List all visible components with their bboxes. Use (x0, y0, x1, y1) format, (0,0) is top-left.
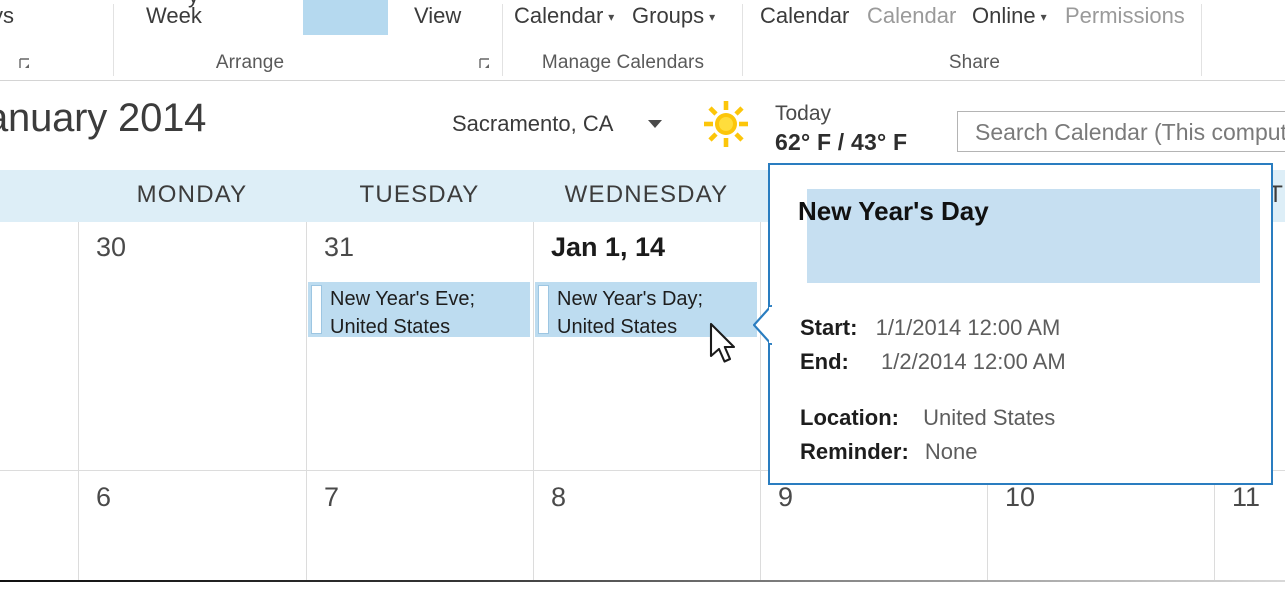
ribbon-item-calendar-manage[interactable]: Calendar ▾ (514, 3, 614, 29)
window-bottom-edge (0, 580, 1285, 582)
tooltip-title: New Year's Day (798, 196, 989, 226)
event-new-years-eve[interactable]: New Year's Eve; United States (308, 282, 530, 338)
chevron-down-icon[interactable] (648, 120, 662, 128)
ribbon-group-caption-manage: Manage Calendars (541, 52, 705, 73)
mouse-pointer (708, 322, 742, 373)
event-marker-bar (538, 285, 549, 334)
tooltip-row-location: Location: United States (800, 405, 1055, 431)
ribbon-item-week[interactable]: Week (146, 3, 202, 29)
day-header-wednesday: WEDNESDAY (564, 181, 729, 208)
day-cell-11[interactable]: 11 (1232, 482, 1260, 513)
chevron-down-icon[interactable]: ▾ (1041, 10, 1047, 24)
event-label: New Year's Eve; United States (330, 288, 476, 338)
tooltip-end-label: End: (800, 349, 849, 374)
day-cell-6[interactable]: 6 (96, 482, 111, 513)
tooltip-row-reminder: Reminder: None (800, 439, 978, 465)
arrange-dialog-launcher-icon[interactable] (18, 57, 33, 72)
tooltip-reminder-value: None (924, 439, 978, 464)
day-cell-8[interactable]: 8 (551, 482, 566, 513)
ribbon-item-email-calendar[interactable]: Calendar (760, 3, 849, 29)
ribbon-group-arrange: y ys Week View Arrange (0, 0, 500, 80)
sun-icon (698, 100, 754, 148)
event-label: New Year's Day; United States (557, 288, 704, 338)
day-cell-10[interactable]: 10 (1005, 482, 1035, 513)
ribbon-item-selected-month[interactable] (303, 0, 388, 35)
ribbon-group-caption-share: Share (948, 52, 1001, 73)
ribbon-item-days-partial[interactable]: ys (0, 3, 14, 29)
chevron-down-icon[interactable]: ▾ (608, 10, 614, 24)
weather-location-label[interactable]: Sacramento, CA (452, 111, 613, 137)
event-tooltip: New Year's Day Start: 1/1/2014 12:00 AM … (752, 163, 1273, 485)
ribbon-group-share: Calendar Calendar Online ▾ Permissions Sh… (742, 0, 1203, 80)
event-marker-bar (311, 285, 322, 334)
ribbon: y ys Week View Arrange Calendar ▾ Groups ▾… (0, 0, 1285, 82)
tooltip-start-value: 1/1/2014 12:00 AM (875, 315, 1061, 340)
search-placeholder: Search Calendar (This compute (975, 119, 1285, 145)
ribbon-group-manage-calendars: Calendar ▾ Groups ▾ Manage Calendars (502, 0, 742, 80)
ribbon-item-share-calendar: Calendar (867, 3, 957, 28)
tooltip-row-start: Start: 1/1/2014 12:00 AM (800, 315, 1060, 341)
ribbon-item-groups-label: Groups (632, 3, 705, 28)
day-cell-31[interactable]: 31 (324, 232, 354, 263)
page-title: anuary 2014 (0, 96, 207, 140)
tooltip-location-label: Location: (800, 405, 899, 430)
day-cell-7[interactable]: 7 (324, 482, 339, 513)
arrange-dialog-launcher-icon-2[interactable] (478, 57, 493, 72)
ribbon-item-groups[interactable]: Groups ▾ (632, 3, 715, 29)
ribbon-item-permissions: Permissions (1065, 3, 1185, 28)
tooltip-row-end: End: 1/2/2014 12:00 AM (800, 349, 1066, 375)
ribbon-item-calendar-manage-label: Calendar (514, 3, 604, 28)
weather-today-label: Today (775, 102, 832, 125)
ribbon-item-publish-online-label: Online (972, 3, 1036, 28)
ribbon-group-caption-arrange: Arrange (215, 52, 285, 73)
search-input[interactable]: Search Calendar (This compute (957, 111, 1285, 152)
chevron-down-icon[interactable]: ▾ (709, 10, 715, 24)
tooltip-pointer-notch (752, 304, 773, 346)
weather-temperature: 62° F / 43° F (775, 129, 908, 155)
day-header-tuesday: TUESDAY (359, 181, 480, 208)
tooltip-reminder-label: Reminder: (800, 439, 909, 464)
outlook-calendar-window: y ys Week View Arrange Calendar ▾ Groups ▾… (0, 0, 1285, 593)
day-header-monday: MONDAY (136, 181, 248, 208)
ribbon-item-view[interactable]: View (414, 3, 461, 29)
day-cell-9[interactable]: 9 (778, 482, 793, 513)
tooltip-end-value: 1/2/2014 12:00 AM (881, 349, 1066, 374)
tooltip-start-label: Start: (800, 315, 858, 340)
day-cell-30[interactable]: 30 (96, 232, 126, 263)
ribbon-item-publish-online[interactable]: Online ▾ (972, 3, 1047, 29)
tooltip-location-value: United States (923, 405, 1056, 430)
day-cell-jan-1[interactable]: Jan 1, 14 (551, 232, 665, 263)
